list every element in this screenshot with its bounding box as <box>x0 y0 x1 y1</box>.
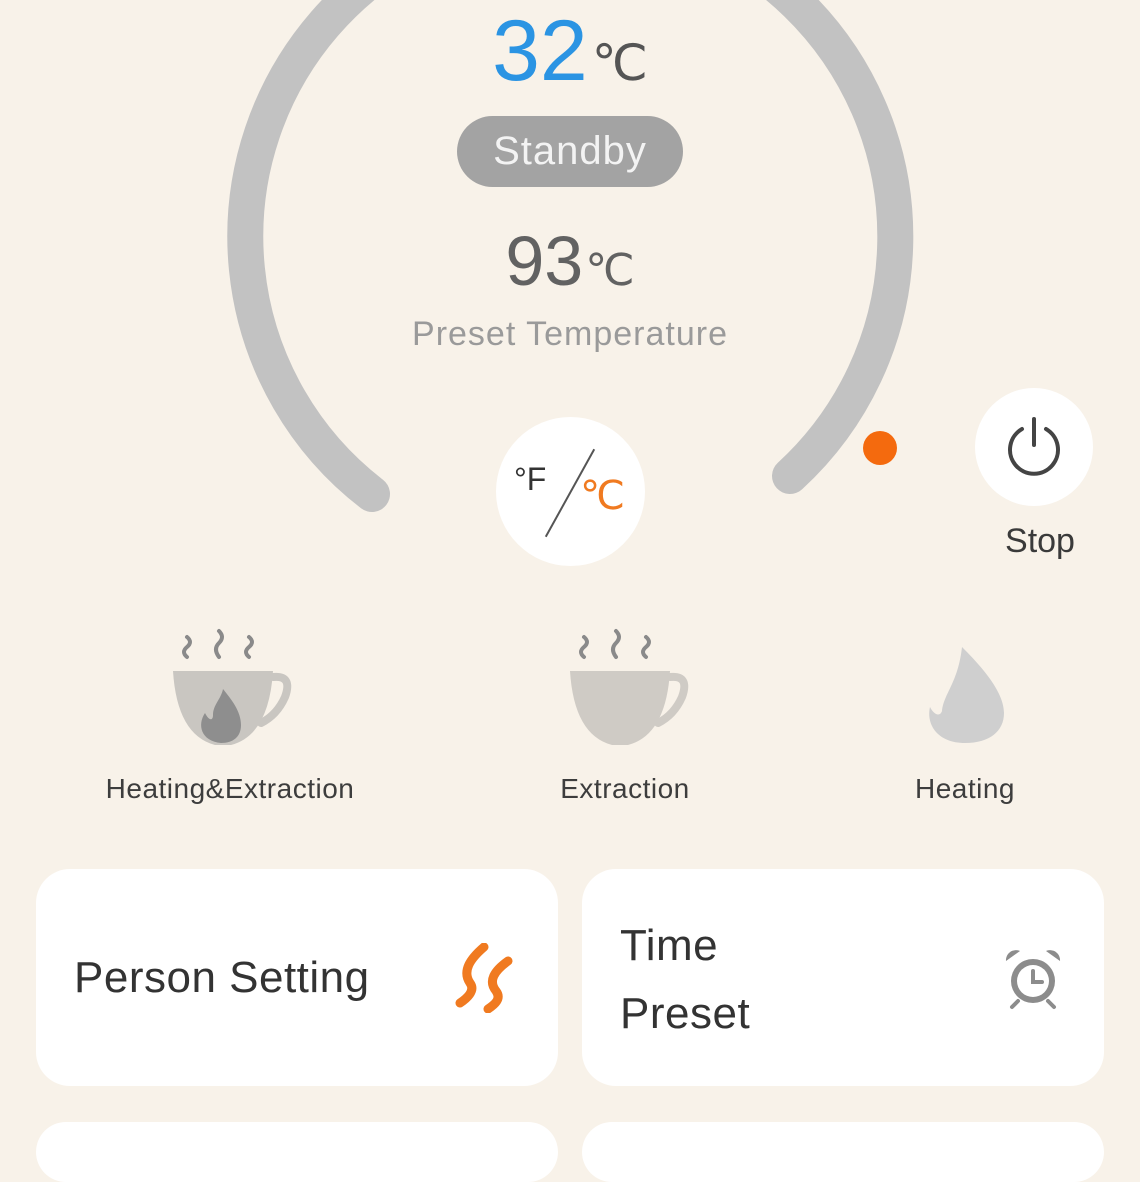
bottom-card-right[interactable] <box>582 1122 1104 1182</box>
current-temperature-unit: ℃ <box>591 35 648 91</box>
heat-waves-icon <box>455 943 513 1013</box>
alarm-clock-icon <box>1005 950 1061 1009</box>
unit-toggle-button[interactable]: °F ℃ <box>496 417 645 566</box>
flame-icon <box>929 647 1004 743</box>
stop-label: Stop <box>1005 522 1075 560</box>
cup-icon <box>570 629 689 745</box>
person-setting-card[interactable]: Person Setting <box>36 869 558 1086</box>
fahrenheit-label: °F <box>514 461 547 497</box>
current-temperature-value: 32 <box>492 3 588 99</box>
mode-heating-extraction[interactable]: Heating&Extraction <box>60 625 400 815</box>
mode-label: Heating&Extraction <box>105 773 355 804</box>
card-title: Person Setting <box>74 953 370 1002</box>
current-temperature: 32℃ <box>370 8 770 94</box>
preset-temperature-label: Preset Temperature <box>412 315 728 353</box>
mode-label: Heating <box>914 773 1015 804</box>
stop-button[interactable] <box>975 388 1093 506</box>
mode-heating[interactable]: Heating <box>830 625 1100 815</box>
card-title-line1: Time <box>620 921 719 970</box>
card-title-line2: Preset <box>620 989 751 1038</box>
dial-handle[interactable] <box>863 431 897 465</box>
bottom-card-left[interactable] <box>36 1122 558 1182</box>
preset-temperature-value: 93 <box>505 222 584 300</box>
status-badge: Standby <box>457 116 683 187</box>
time-preset-card[interactable]: Time Preset <box>582 869 1104 1086</box>
preset-temperature-unit: ℃ <box>585 246 635 295</box>
preset-temperature: 93℃ <box>370 226 770 296</box>
status-text: Standby <box>493 129 647 173</box>
cup-with-flame-icon <box>173 629 292 745</box>
mode-label: Extraction <box>560 773 690 804</box>
celsius-label: ℃ <box>580 474 625 518</box>
power-icon <box>1008 417 1060 476</box>
mode-extraction[interactable]: Extraction <box>470 625 780 815</box>
